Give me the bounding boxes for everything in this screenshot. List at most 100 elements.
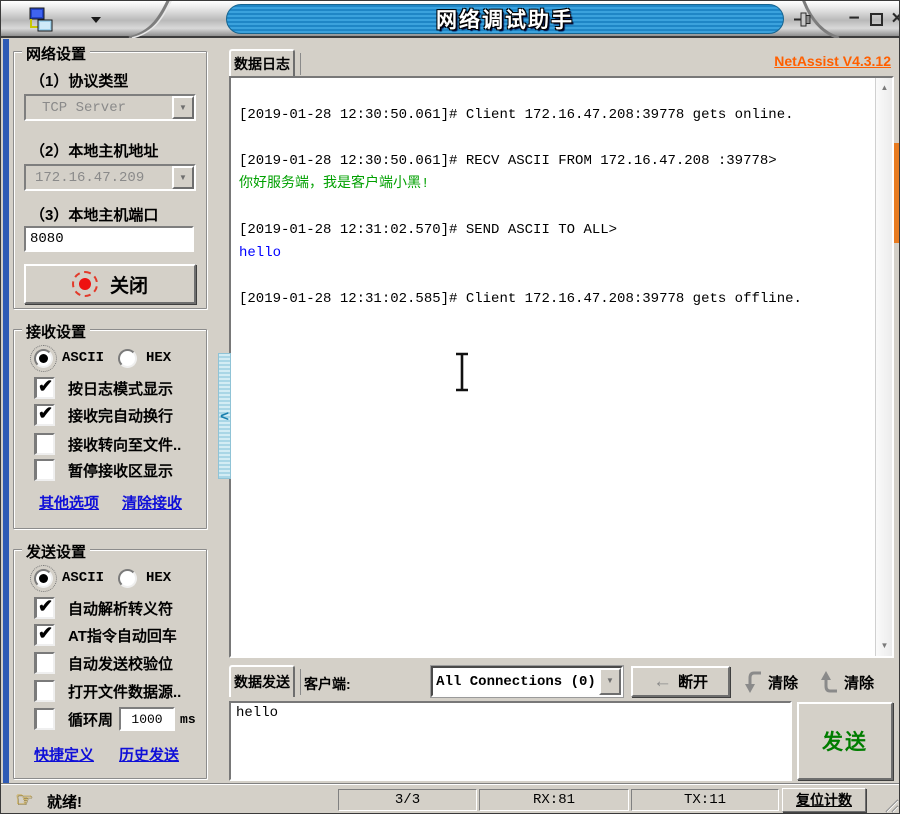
- radio-icon[interactable]: [34, 349, 53, 368]
- recv-ascii-radio[interactable]: ASCII: [34, 346, 104, 370]
- sidebar-collapse-splitter[interactable]: <: [218, 353, 231, 479]
- clear-send-button[interactable]: 清除: [819, 668, 874, 696]
- tab-data-log-label: 数据日志: [234, 54, 290, 74]
- log-line: [239, 265, 866, 288]
- send-button-label: 发送: [822, 726, 868, 756]
- clear-recv-link[interactable]: 清除接收: [122, 492, 182, 513]
- scroll-down-icon[interactable]: ▼: [876, 638, 893, 654]
- protocol-type-value: TCP Server: [26, 100, 172, 116]
- quick-define-link[interactable]: 快捷定义: [34, 744, 94, 765]
- checkbox-icon[interactable]: [34, 652, 55, 674]
- connection-count-panel: 3/3: [338, 789, 477, 811]
- send-data-input[interactable]: hello: [229, 701, 792, 781]
- minimize-button[interactable]: −: [844, 7, 864, 31]
- option-label: 循环周: [68, 709, 113, 730]
- ms-suffix-label: ms: [180, 712, 196, 727]
- close-button[interactable]: ×: [887, 7, 900, 31]
- scroll-up-icon[interactable]: ▲: [876, 80, 893, 96]
- group-title: 发送设置: [22, 541, 90, 562]
- log-line: [2019-01-28 12:31:02.570]# SEND ASCII TO…: [239, 219, 866, 242]
- clear-send-label: 清除: [844, 672, 874, 693]
- checkbox-icon[interactable]: [34, 459, 55, 481]
- title-bar[interactable]: 网络调试助手 − ×: [1, 1, 900, 38]
- tab-data-log[interactable]: 数据日志: [229, 49, 295, 76]
- maximize-button[interactable]: [866, 7, 886, 31]
- close-connection-button[interactable]: 关闭: [24, 264, 196, 304]
- loop-period-input[interactable]: [119, 707, 175, 731]
- checkbox-icon[interactable]: [34, 624, 55, 646]
- send-button[interactable]: 发送: [797, 702, 893, 780]
- disconnect-button[interactable]: ← 断开: [631, 666, 730, 697]
- log-line: [2019-01-28 12:30:50.061]# RECV ASCII FR…: [239, 150, 866, 173]
- connection-select-combo[interactable]: All Connections (0) ▼: [431, 666, 623, 697]
- reset-count-button[interactable]: 复位计数: [782, 788, 866, 812]
- recv-option-redirect-file[interactable]: 接收转向至文件..: [34, 432, 181, 456]
- netassist-version-link[interactable]: NetAssist V4.3.12: [774, 53, 891, 69]
- group-recv-settings: 接收设置 ASCII HEX 按日志模式显示 接收完自动换行 接收转向至文件..…: [13, 329, 207, 529]
- other-options-link[interactable]: 其他选项: [39, 492, 99, 513]
- protocol-type-combo[interactable]: TCP Server ▼: [24, 94, 196, 121]
- group-title: 接收设置: [22, 321, 90, 342]
- log-line: [239, 196, 866, 219]
- disconnect-label: 断开: [678, 671, 708, 692]
- host-address-combo[interactable]: 172.16.47.209 ▼: [24, 164, 196, 191]
- maximize-icon: [870, 13, 883, 26]
- chevron-down-icon[interactable]: ▼: [172, 96, 194, 119]
- send-option-escape[interactable]: 自动解析转义符: [34, 596, 173, 620]
- chevron-down-icon[interactable]: ▼: [599, 668, 621, 695]
- radio-icon[interactable]: [34, 569, 53, 588]
- option-label: 接收转向至文件..: [68, 434, 181, 455]
- log-line: 你好服务端，我是客户端小黑!: [239, 173, 866, 196]
- checkbox-icon[interactable]: [34, 680, 55, 702]
- send-hex-label: HEX: [146, 570, 171, 586]
- clear-recv-button[interactable]: 清除: [743, 668, 798, 696]
- send-ascii-label: ASCII: [62, 570, 104, 586]
- checkbox-icon[interactable]: [34, 597, 55, 619]
- close-connection-label: 关闭: [110, 271, 148, 298]
- send-option-at-cr[interactable]: AT指令自动回车: [34, 623, 177, 647]
- curved-down-arrow-icon: [743, 669, 763, 695]
- data-log-area[interactable]: [2019-01-28 12:30:50.061]# Client 172.16…: [229, 76, 894, 658]
- checkbox-icon[interactable]: [34, 708, 55, 730]
- recv-option-log-mode[interactable]: 按日志模式显示: [34, 376, 173, 400]
- recv-option-pause-display[interactable]: 暂停接收区显示: [34, 458, 173, 482]
- radio-icon[interactable]: [118, 349, 137, 368]
- log-line: [2019-01-28 12:31:02.585]# Client 172.16…: [239, 288, 866, 311]
- pin-icon[interactable]: [793, 10, 813, 29]
- option-label: 自动发送校验位: [68, 653, 173, 674]
- app-network-icon[interactable]: [27, 7, 63, 33]
- collapse-left-icon[interactable]: <: [220, 409, 229, 424]
- radio-icon[interactable]: [118, 569, 137, 588]
- chevron-down-icon[interactable]: ▼: [172, 166, 194, 189]
- option-label: 暂停接收区显示: [68, 460, 173, 481]
- option-label: AT指令自动回车: [68, 625, 177, 646]
- checkbox-icon[interactable]: [34, 404, 55, 426]
- record-dot-icon: [72, 271, 98, 297]
- send-option-loop-period[interactable]: 循环周 ms: [34, 707, 196, 731]
- log-lines: [2019-01-28 12:30:50.061]# Client 172.16…: [239, 104, 866, 311]
- group-title: 网络设置: [22, 43, 90, 64]
- left-arrow-icon: ←: [653, 672, 672, 691]
- host-port-input[interactable]: [24, 226, 194, 252]
- send-hex-radio[interactable]: HEX: [118, 566, 171, 590]
- history-send-link[interactable]: 历史发送: [119, 744, 179, 765]
- log-scrollbar[interactable]: ▲ ▼: [875, 78, 892, 656]
- window-menu-arrow-icon[interactable]: [91, 17, 101, 23]
- host-address-value: 172.16.47.209: [26, 170, 172, 186]
- host-port-label: （3）本地主机端口: [30, 204, 158, 225]
- window-left-accent: [3, 39, 9, 786]
- resize-grip[interactable]: [883, 797, 899, 813]
- client-label: 客户端:: [304, 674, 351, 694]
- netassist-window: 网络调试助手 − × 网络设置 （1）协议类型 TCP Server ▼ （2）…: [0, 0, 900, 814]
- checkbox-icon[interactable]: [34, 433, 55, 455]
- protocol-type-label: （1）协议类型: [30, 70, 128, 91]
- recv-option-auto-newline[interactable]: 接收完自动换行: [34, 403, 173, 427]
- tab-data-send[interactable]: 数据发送: [229, 665, 295, 697]
- send-option-checksum[interactable]: 自动发送校验位: [34, 651, 173, 675]
- recv-hex-radio[interactable]: HEX: [118, 346, 171, 370]
- option-label: 打开文件数据源..: [68, 681, 181, 702]
- group-send-settings: 发送设置 ASCII HEX 自动解析转义符 AT指令自动回车 自动发送校验位 …: [13, 549, 207, 779]
- send-ascii-radio[interactable]: ASCII: [34, 566, 104, 590]
- send-option-file-source[interactable]: 打开文件数据源..: [34, 679, 181, 703]
- checkbox-icon[interactable]: [34, 377, 55, 399]
